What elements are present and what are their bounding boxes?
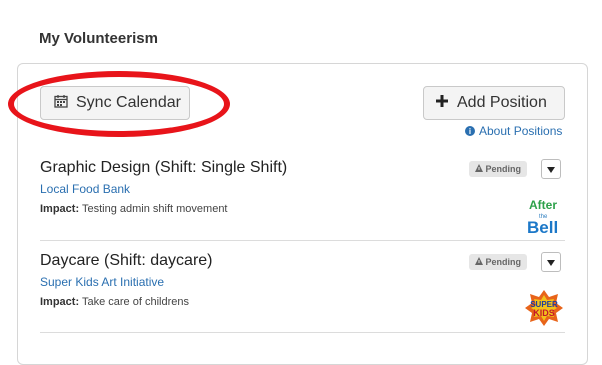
- position-title[interactable]: Daycare (Shift: daycare): [40, 252, 213, 270]
- svg-text:After: After: [529, 198, 557, 212]
- section-title: My Volunteerism: [39, 30, 158, 47]
- status-label: Pending: [485, 164, 522, 174]
- svg-text:Bell: Bell: [527, 218, 558, 237]
- position-menu-dropdown[interactable]: [541, 252, 561, 272]
- calendar-icon: [54, 94, 68, 113]
- about-positions-link[interactable]: i About Positions: [465, 124, 562, 138]
- status-badge: Pending: [468, 161, 527, 177]
- sync-calendar-label: Sync Calendar: [76, 94, 181, 111]
- impact-value: Take care of childrens: [81, 296, 189, 308]
- position-title[interactable]: Graphic Design (Shift: Single Shift): [40, 159, 287, 177]
- warning-icon: [474, 257, 483, 267]
- organization-link[interactable]: Super Kids Art Initiative: [40, 275, 164, 289]
- position-menu-dropdown[interactable]: [541, 159, 561, 179]
- warning-icon: [474, 164, 483, 174]
- organization-link[interactable]: Local Food Bank: [40, 182, 130, 196]
- organization-logo: After the Bell: [525, 197, 563, 237]
- svg-text:KIDS: KIDS: [533, 308, 555, 318]
- sync-calendar-button[interactable]: Sync Calendar: [40, 86, 190, 120]
- volunteer-panel: Sync Calendar Add Position i About Posit…: [17, 63, 588, 365]
- chevron-down-icon: [547, 253, 555, 271]
- plus-icon: [435, 94, 449, 113]
- status-badge: Pending: [468, 254, 527, 270]
- divider: [40, 240, 565, 241]
- impact-label: Impact:: [40, 203, 80, 215]
- add-position-label: Add Position: [457, 94, 547, 111]
- info-icon: i: [465, 126, 475, 136]
- impact-text: Impact: Take care of childrens: [40, 296, 189, 308]
- about-positions-label: About Positions: [479, 124, 563, 138]
- divider: [40, 332, 565, 333]
- status-label: Pending: [485, 257, 522, 267]
- add-position-button[interactable]: Add Position: [423, 86, 565, 120]
- chevron-down-icon: [547, 160, 555, 178]
- impact-value: Testing admin shift movement: [81, 203, 228, 215]
- impact-label: Impact:: [40, 296, 80, 308]
- impact-text: Impact: Testing admin shift movement: [40, 203, 228, 215]
- organization-logo: SUPER KIDS: [525, 290, 563, 326]
